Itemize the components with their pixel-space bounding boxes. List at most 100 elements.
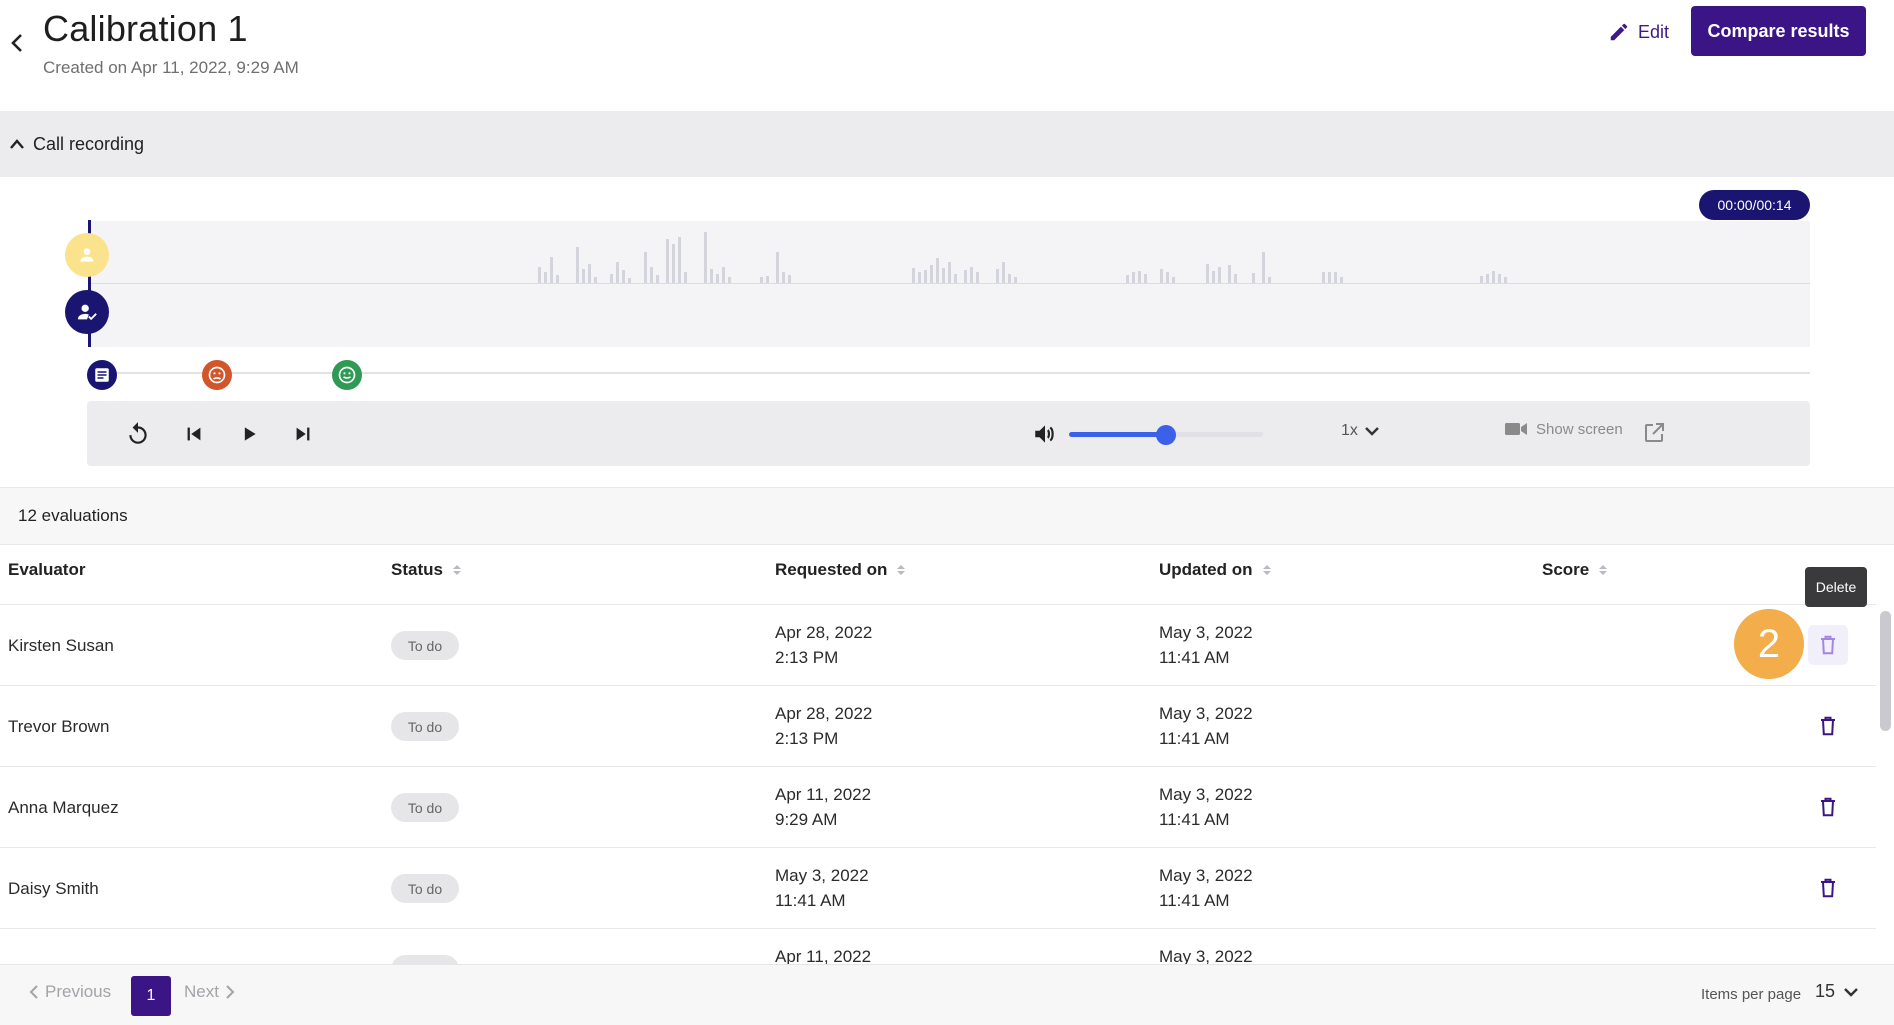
evaluator-name: Anna Marquez [8, 798, 119, 817]
back-button[interactable] [6, 28, 28, 58]
playback-speed-select[interactable]: 1x [1341, 422, 1380, 440]
evaluator-name: Trevor Brown [8, 717, 110, 736]
skip-back-button[interactable] [180, 420, 208, 448]
step-marker: 2 [1734, 609, 1804, 679]
trash-icon [1821, 797, 1835, 817]
column-header-requested-on[interactable]: Requested on [775, 560, 906, 580]
replay-icon [129, 422, 147, 444]
volume-button[interactable] [1030, 419, 1060, 449]
status-badge: To do [391, 793, 459, 822]
status-badge: To do [391, 631, 459, 660]
column-header-status[interactable]: Status [391, 560, 461, 580]
call-recording-label: Call recording [33, 133, 145, 154]
updated-time: 11:41 AM [1159, 648, 1230, 667]
updated-date: May 3, 2022 [1159, 947, 1253, 965]
table-scrollbar[interactable] [1880, 611, 1891, 731]
next-page-button[interactable]: Next [184, 982, 235, 1002]
updated-date: May 3, 2022 [1159, 785, 1253, 804]
video-camera-icon [1505, 423, 1527, 435]
person-icon [80, 248, 94, 262]
skip-previous-icon [187, 427, 201, 441]
delete-tooltip: Delete [1805, 567, 1867, 607]
column-header-updated-on[interactable]: Updated on [1159, 560, 1271, 580]
requested-date: Apr 28, 2022 [775, 704, 873, 723]
evaluator-name: Kirsten Susan [8, 636, 114, 655]
chevron-down-icon [1365, 427, 1379, 436]
pencil-icon [1610, 23, 1628, 41]
evaluations-summary: 12 evaluations [0, 487, 1894, 545]
delete-button[interactable] [1808, 625, 1848, 665]
chevron-left-icon [29, 985, 38, 999]
requested-time: 9:29 AM [775, 810, 838, 829]
evaluator-name: Daisy Smith [8, 879, 99, 898]
column-header-label: Status [391, 560, 443, 579]
updated-date: May 3, 2022 [1159, 866, 1253, 885]
show-screen-button[interactable]: Show screen [1504, 420, 1623, 438]
positive-sentiment-marker[interactable] [332, 360, 362, 390]
requested-time: 2:13 PM [775, 729, 839, 748]
customer-avatar [65, 233, 109, 277]
comment-marker[interactable] [87, 360, 117, 390]
updated-time: 11:41 AM [1159, 891, 1230, 910]
agent-check-icon [77, 304, 97, 321]
requested-date: Apr 11, 2022 [775, 947, 872, 965]
edit-button[interactable]: Edit [1608, 17, 1669, 47]
chevron-down-icon [1844, 987, 1858, 997]
negative-sentiment-marker[interactable] [202, 360, 232, 390]
requested-date: Apr 11, 2022 [775, 785, 872, 804]
items-per-page-select[interactable]: 15 [1815, 981, 1859, 1002]
table-row[interactable]: Trevor Brown To do Apr 28, 2022 2:13 PM … [0, 685, 1876, 767]
updated-date: May 3, 2022 [1159, 623, 1253, 642]
requested-date: May 3, 2022 [775, 866, 869, 885]
delete-button[interactable] [1808, 868, 1848, 908]
comment-icon [95, 368, 109, 382]
chevron-right-icon [226, 985, 235, 999]
agent-avatar [65, 290, 109, 334]
sort-icon [1599, 565, 1608, 575]
table-row[interactable]: Apr 11, 2022 May 3, 2022 [0, 928, 1876, 965]
table-row[interactable]: Anna Marquez To do Apr 11, 2022 9:29 AM … [0, 766, 1876, 848]
sort-icon [452, 565, 461, 575]
call-recording-toggle[interactable]: Call recording [0, 111, 1894, 177]
previous-label: Previous [45, 982, 112, 1001]
open-external-icon [1645, 423, 1664, 442]
page-1-button[interactable]: 1 [131, 976, 171, 1016]
column-header-label: Requested on [775, 560, 888, 579]
play-button[interactable] [235, 420, 263, 448]
skip-forward-button[interactable] [289, 420, 317, 448]
happy-face-icon [338, 366, 356, 384]
show-screen-label: Show screen [1536, 420, 1623, 438]
sort-icon [897, 565, 906, 575]
evaluations-count: 12 evaluations [18, 506, 128, 525]
edit-label: Edit [1638, 21, 1670, 42]
column-header-label: Updated on [1159, 560, 1253, 579]
open-external-button[interactable] [1641, 420, 1667, 446]
playback-speed-value: 1x [1341, 422, 1358, 439]
delete-button[interactable] [1808, 706, 1848, 746]
column-header-score[interactable]: Score [1542, 560, 1608, 580]
compare-results-button[interactable]: Compare results [1691, 6, 1866, 56]
items-per-page-value: 15 [1815, 981, 1836, 1001]
updated-time: 11:41 AM [1159, 729, 1230, 748]
requested-time: 2:13 PM [775, 648, 839, 667]
chevron-up-icon [2, 138, 32, 150]
volume-slider-thumb[interactable] [1156, 425, 1176, 445]
volume-slider-fill [1069, 432, 1166, 437]
column-header-label: Score [1542, 560, 1590, 579]
pagination-bar: Previous 1 Next Items per page 15 [0, 964, 1894, 1025]
requested-date: Apr 28, 2022 [775, 623, 873, 642]
delete-button[interactable] [1808, 787, 1848, 827]
chevron-left-icon [11, 34, 22, 52]
table-row[interactable]: Kirsten Susan To do Apr 28, 2022 2:13 PM… [0, 604, 1876, 686]
column-header-label: Evaluator [8, 560, 86, 579]
replay-button[interactable] [124, 420, 152, 448]
created-date: Created on Apr 11, 2022, 9:29 AM [43, 58, 299, 77]
trash-icon [1821, 635, 1835, 655]
previous-page-button[interactable]: Previous [29, 982, 111, 1002]
table-row[interactable]: Daisy Smith To do May 3, 2022 11:41 AM M… [0, 847, 1876, 929]
waveform-bars [538, 232, 1507, 283]
column-header-evaluator: Evaluator [8, 560, 85, 580]
sort-icon [1262, 565, 1271, 575]
trash-icon [1821, 878, 1835, 898]
page-title: Calibration 1 [43, 8, 248, 49]
